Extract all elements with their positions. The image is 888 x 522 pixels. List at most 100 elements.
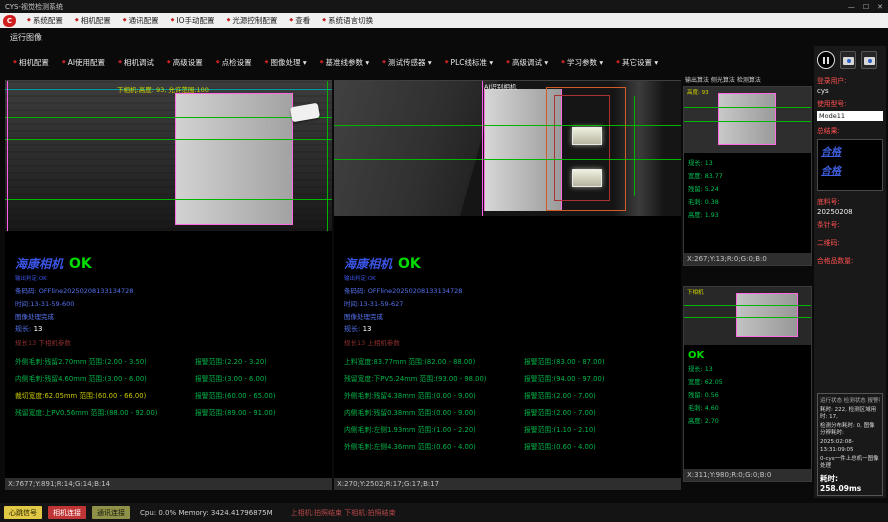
menu-label: 相机配置	[81, 15, 111, 26]
toolbar: ◆相机配置 ◆AI使用配置 ◆相机调试 ◆高级设置 ◆点检设置 ◆图像处理 ▾ …	[8, 52, 808, 72]
comm-connection-badge: 通讯连接	[92, 506, 130, 519]
stats-line: 0-cys一件上总机一图像处理	[820, 456, 880, 470]
warn-range: 报警范围:(94.00 - 97.00)	[524, 373, 604, 383]
pause-icon	[823, 57, 825, 64]
pixel-coordinate-readout: X:311;Y:980;R:0;G:0;B:0	[684, 469, 811, 481]
aux-view-2-image[interactable]: 下相机	[684, 287, 811, 345]
menu-bar: C ◆系统配置 ◆相机配置 ◆通讯配置 ◆IO手动配置 ◆光源控制配置 ◆查看 …	[0, 13, 888, 28]
minimize-button[interactable]: —	[848, 3, 855, 11]
status-bar: 心跳信号 相机连接 通讯连接 Cpu: 0.0% Memory: 3424.41…	[0, 503, 888, 522]
measure-text: 外侧毛刺:左侧4.36mm 范围:(0.60 - 4.00)	[344, 441, 516, 451]
tool-label: 测试传感器 ▾	[388, 57, 432, 68]
measurement-row: 内侧毛刺:残留4.60mm 范围:(3.00 - 6.00)报警范围:(3.00…	[15, 373, 324, 383]
stats-line: 耗时: 222, 检测区域用时: 17,	[820, 407, 880, 421]
pause-button[interactable]	[817, 51, 835, 69]
tool-spot-check[interactable]: ◆点检设置	[211, 57, 257, 68]
tool-camera-config[interactable]: ◆相机配置	[8, 57, 54, 68]
diamond-icon: ◆	[265, 60, 269, 65]
tool-advanced-debug[interactable]: ◆高级调试 ▾	[501, 57, 553, 68]
product-region	[175, 93, 293, 225]
result-ok-label: OK	[69, 256, 92, 272]
menu-label: 光源控制配置	[232, 15, 277, 26]
aux-line: 毛刺: 4.60	[688, 403, 807, 412]
tool-ai-config[interactable]: ◆AI使用配置	[57, 57, 110, 68]
spec-label: 规长:	[344, 325, 360, 333]
camera-overlay: 下相机	[687, 288, 704, 296]
warn-range: 报警范围:(2.00 - 7.00)	[524, 390, 596, 400]
aux-line: 宽度: 83.77	[688, 171, 807, 180]
tool-advanced-settings[interactable]: ◆高级设置	[162, 57, 208, 68]
app-logo-letter: C	[7, 17, 12, 25]
ai-camera-readout: 海康相机 OK 输出判定:OK 条码码: OFFline202502081331…	[334, 216, 681, 478]
menu-item-light-control-config[interactable]: ◆光源控制配置	[221, 15, 284, 26]
run-image-tab[interactable]: 运行图像	[10, 32, 42, 43]
green-measure-line	[5, 117, 332, 118]
menu-item-comm-config[interactable]: ◆通讯配置	[117, 15, 165, 26]
run-controls	[817, 48, 883, 72]
barcode-line: 条码码: OFFline20250208133134728	[15, 285, 324, 295]
aux-view-1-readout: 规长: 13 宽度: 83.77 残留: 5.24 毛刺: 0.38 高度: 1…	[684, 153, 811, 253]
menu-item-view[interactable]: ◆查看	[283, 15, 316, 26]
aux-line: 残留: 0.56	[688, 390, 807, 399]
tool-test-sensor[interactable]: ◆测试传感器 ▾	[377, 57, 437, 68]
diamond-icon: ◆	[62, 60, 66, 65]
menu-item-language-switch[interactable]: ◆系统语言切换	[316, 15, 379, 26]
measure-text: 内侧毛刺:左侧1.93mm 范围:(1.00 - 2.20)	[344, 424, 516, 434]
tool-image-processing[interactable]: ◆图像处理 ▾	[260, 57, 312, 68]
tool-label: 学习参数 ▾	[567, 57, 603, 68]
pink-edge-line	[7, 81, 8, 231]
barcode-line: 条码码: OFFline20250208133134728	[344, 285, 673, 295]
pink-edge-line	[482, 81, 483, 216]
bottom-camera-image[interactable]: 下相机:高度: 93, 允许范围:100	[5, 81, 332, 231]
measure-text: 外侧毛刺:残留4.38mm 范围:(0.00 - 9.00)	[344, 390, 516, 400]
close-button[interactable]: ✕	[877, 3, 883, 11]
inspection-window	[572, 127, 602, 145]
product-region	[736, 293, 798, 337]
camera-1-button[interactable]	[840, 51, 856, 69]
green-edge-line	[327, 81, 328, 231]
diamond-icon: ◆	[75, 18, 79, 23]
camera-connection-badge: 相机连接	[48, 506, 86, 519]
tool-label: 相机调试	[124, 57, 154, 68]
measurement-row: 残留宽度:上PV0.56mm 范围:(88.00 - 92.00)报警范围:(8…	[15, 407, 324, 417]
measurement-row: 上料宽度:83.77mm 范围:(82.00 - 88.00)报警范围:(83.…	[344, 356, 673, 366]
info-panel: 登录用户: cys 使用型号: Mode11 总结果: 合格 合格 底料号: 2…	[814, 46, 886, 498]
tool-label: 点检设置	[222, 57, 252, 68]
menu-item-camera-config[interactable]: ◆相机配置	[69, 15, 117, 26]
aux-line: 高度: 2.70	[688, 416, 807, 425]
diamond-icon: ◆	[289, 18, 293, 23]
title-bar: CYS-视觉检测系统 — ☐ ✕	[0, 0, 888, 13]
diamond-icon: ◆	[506, 60, 510, 65]
tool-other-settings[interactable]: ◆其它设置 ▾	[611, 57, 663, 68]
measure-text: 内侧毛刺:残留4.60mm 范围:(3.00 - 6.00)	[15, 373, 187, 383]
tool-label: 高级调试 ▾	[512, 57, 548, 68]
model-select[interactable]: Mode11	[817, 111, 883, 121]
menu-item-io-manual-config[interactable]: ◆IO手动配置	[165, 15, 221, 26]
pixel-coordinate-readout: X:270;Y:2502;R:17;G:17;B:17	[334, 478, 681, 490]
tool-camera-debug[interactable]: ◆相机调试	[113, 57, 159, 68]
camera-name-label: 海康相机	[15, 255, 63, 272]
output-note: 输出判定:OK	[344, 274, 673, 282]
diamond-icon: ◆	[227, 18, 231, 23]
warn-range: 报警范围:(83.00 - 87.00)	[524, 356, 604, 366]
tool-label: 图像处理 ▾	[271, 57, 307, 68]
aux-line: 规长: 13	[688, 364, 807, 373]
aux-line: 宽度: 62.05	[688, 377, 807, 386]
aux-view-1-image[interactable]: 高度: 93	[684, 87, 811, 153]
bottom-camera-view: 下相机:高度: 93, 允许范围:100 海康相机 OK 输出判定:OK 条码码…	[5, 80, 332, 490]
menu-item-system-config[interactable]: ◆系统配置	[21, 15, 69, 26]
ai-camera-image[interactable]: AI识别相机	[334, 81, 681, 216]
aux-view-1: 高度: 93 规长: 13 宽度: 83.77 残留: 5.24 毛刺: 0.3…	[683, 86, 812, 266]
tool-label: PLC线标准 ▾	[451, 57, 494, 68]
maximize-button[interactable]: ☐	[863, 3, 869, 11]
stats-header: 运行状态 检测状态 报警状态	[820, 396, 880, 404]
camera-2-button[interactable]	[861, 51, 877, 69]
tool-learning-params[interactable]: ◆学习参数 ▾	[556, 57, 608, 68]
measure-text: 外侧毛刺:残留2.70mm 范围:(2.00 - 3.50)	[15, 356, 187, 366]
tool-plc-standard[interactable]: ◆PLC线标准 ▾	[440, 57, 498, 68]
tool-baseline-params[interactable]: ◆基准线参数 ▾	[315, 57, 375, 68]
stats-line: 2025:02:08-13:31:09:05	[820, 439, 880, 453]
warn-range: 报警范围:(1.10 - 2.10)	[524, 424, 596, 434]
login-user-label: 登录用户:	[817, 75, 883, 85]
pause-icon	[827, 57, 829, 64]
